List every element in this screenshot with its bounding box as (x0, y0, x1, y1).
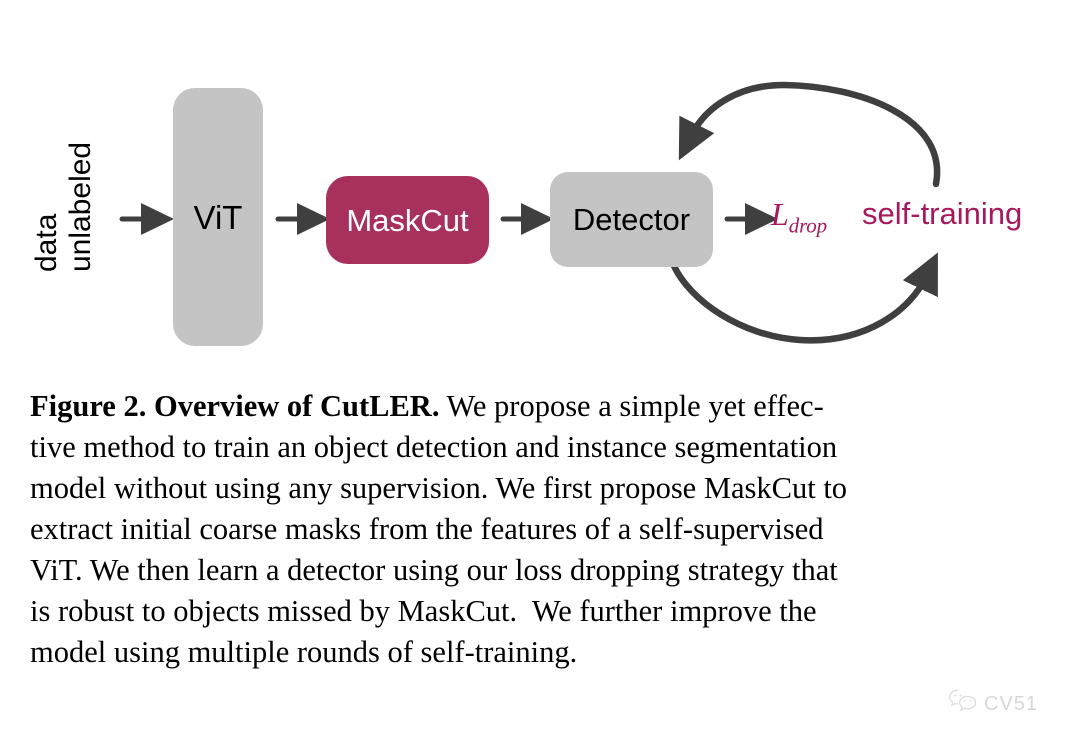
loss-symbol: L (771, 196, 789, 232)
arc-selftraining-to-detector (678, 81, 941, 188)
caption-line-4: ViT. We then learn a detector using our … (30, 553, 838, 587)
caption-line-1: tive method to train an object detection… (30, 430, 838, 464)
node-detector-label: Detector (572, 202, 691, 237)
self-training-label: self-training (862, 196, 1023, 231)
node-vit-label: ViT (193, 198, 243, 236)
node-detector: Detector (550, 172, 713, 267)
caption-line-3: extract initial coarse masks from the fe… (30, 512, 824, 546)
caption-line-6: model using multiple rounds of self-trai… (30, 635, 578, 669)
diagram-overview: unlabeled data ViT MaskCut Detector Ldro… (0, 0, 1080, 375)
caption-line-5: is robust to objects missed by MaskCut. … (30, 594, 817, 628)
node-maskcut: MaskCut (326, 176, 489, 264)
loss-drop-label: Ldrop (771, 198, 827, 236)
wechat-icon (948, 688, 978, 719)
watermark-text: CV51 (984, 692, 1039, 715)
node-vit: ViT (173, 88, 263, 346)
input-data-label: unlabeled data (30, 90, 118, 280)
arc-detector-to-selftraining (670, 252, 938, 344)
loss-subscript: drop (788, 213, 827, 238)
figure-caption: Figure 2. Overview of CutLER. We propose… (30, 386, 1050, 673)
figure-container: unlabeled data ViT MaskCut Detector Ldro… (0, 0, 1080, 755)
caption-title: Figure 2. Overview of CutLER. (30, 389, 440, 423)
node-maskcut-label: MaskCut (346, 202, 469, 238)
diagram-arrows-layer (119, 81, 941, 344)
caption-line-0: We propose a simple yet effec- (439, 389, 824, 423)
caption-line-2: model without using any supervision. We … (30, 471, 848, 505)
input-label-line-1: unlabeled (64, 141, 97, 272)
watermark: CV51 (948, 688, 1038, 719)
input-label-line-2: data (30, 213, 63, 272)
